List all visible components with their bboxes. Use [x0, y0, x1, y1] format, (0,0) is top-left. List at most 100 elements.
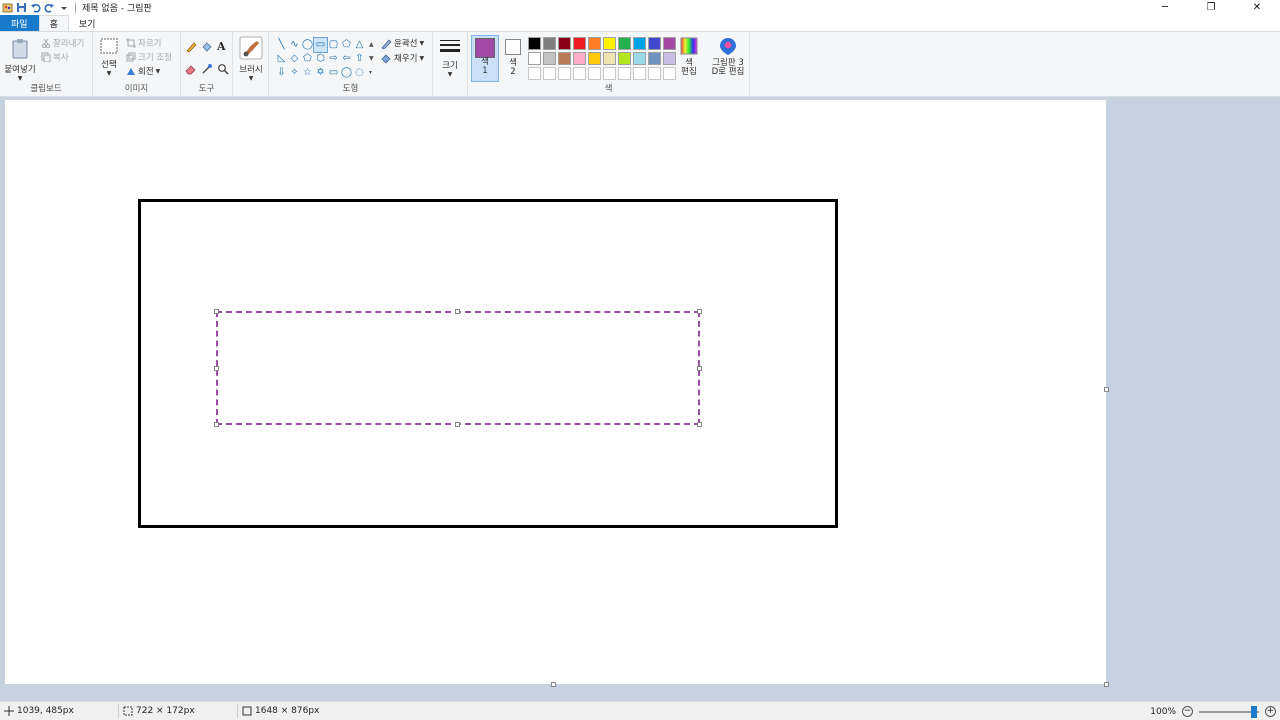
crop-button[interactable]: 자르기	[126, 37, 161, 49]
down-arrow-shape-icon[interactable]: ⇩	[275, 66, 288, 80]
palette-swatch[interactable]	[528, 37, 541, 50]
shapes-scroll-down-icon[interactable]: ▼	[369, 52, 376, 66]
pentagon-shape-icon[interactable]: ⬠	[301, 52, 314, 66]
customize-quick-access-icon[interactable]	[58, 2, 69, 13]
shapes-expand-icon[interactable]: ▾	[369, 66, 376, 80]
line-shape-icon[interactable]: ╲	[275, 38, 288, 52]
palette-swatch[interactable]	[648, 52, 661, 65]
palette-swatch[interactable]	[543, 52, 556, 65]
restore-button[interactable]: ❐	[1188, 0, 1234, 15]
outline-button[interactable]: 윤곽선 ▼	[381, 37, 424, 49]
undo-icon[interactable]	[30, 2, 41, 13]
color1-button[interactable]: 색 1	[471, 35, 499, 82]
palette-swatch[interactable]	[573, 37, 586, 50]
rect-callout-shape-icon[interactable]: ▭	[327, 66, 340, 80]
palette-swatch[interactable]	[633, 52, 646, 65]
oval-callout-shape-icon[interactable]: ◯	[340, 66, 353, 80]
palette-swatch[interactable]	[543, 37, 556, 50]
palette-swatch[interactable]	[588, 37, 601, 50]
zoom-slider-thumb[interactable]	[1251, 705, 1257, 718]
tab-home[interactable]: 홈	[38, 15, 69, 31]
brushes-button[interactable]: 브러시 ▼	[235, 36, 267, 82]
shape-handle-right[interactable]	[697, 366, 702, 371]
rotate-button[interactable]: 회전 ▼	[126, 65, 160, 77]
five-point-star-shape-icon[interactable]: ☆	[301, 66, 314, 80]
pencil-icon[interactable]	[185, 41, 197, 56]
drawing-canvas[interactable]	[5, 100, 1106, 684]
select-button[interactable]: 선택 ▼	[97, 37, 121, 77]
polygon-shape-icon[interactable]: ⬠	[340, 38, 353, 52]
palette-swatch[interactable]	[588, 67, 601, 80]
eraser-icon[interactable]	[185, 63, 197, 78]
fill-bucket-icon[interactable]	[201, 41, 213, 56]
palette-swatch[interactable]	[603, 67, 616, 80]
palette-swatch[interactable]	[603, 52, 616, 65]
shape-handle-bottom[interactable]	[455, 422, 460, 427]
left-arrow-shape-icon[interactable]: ⇦	[340, 52, 353, 66]
palette-swatch[interactable]	[618, 52, 631, 65]
fill-button[interactable]: 채우기 ▼	[381, 52, 424, 64]
paste-dropdown-icon[interactable]: ▼	[3, 75, 37, 82]
zoom-in-icon[interactable]: +	[1265, 706, 1276, 717]
triangle-shape-icon[interactable]: △	[353, 38, 366, 52]
four-point-star-shape-icon[interactable]: ✧	[288, 66, 301, 80]
close-button[interactable]: ✕	[1234, 0, 1280, 15]
canvas-resize-handle-right[interactable]	[1104, 387, 1109, 392]
color2-button[interactable]: 색 2	[502, 35, 524, 82]
palette-swatch[interactable]	[603, 37, 616, 50]
zoom-out-icon[interactable]: −	[1182, 706, 1193, 717]
size-dropdown-icon[interactable]: ▼	[437, 71, 463, 78]
magnifier-icon[interactable]	[217, 63, 229, 78]
palette-swatch[interactable]	[618, 67, 631, 80]
palette-swatch[interactable]	[663, 37, 676, 50]
shapes-scroll[interactable]: ▲ ▼ ▾	[369, 38, 376, 80]
shape-handle-bottom-left[interactable]	[214, 422, 219, 427]
rotate-dropdown-icon[interactable]: ▼	[156, 68, 161, 75]
palette-swatch[interactable]	[528, 52, 541, 65]
rectangle-shape-icon[interactable]: ▭	[313, 37, 328, 53]
canvas-resize-handle-bottom[interactable]	[551, 682, 556, 687]
palette-swatch[interactable]	[663, 67, 676, 80]
palette-swatch[interactable]	[528, 67, 541, 80]
cloud-callout-shape-icon[interactable]: ◌	[353, 66, 366, 80]
outline-dropdown-icon[interactable]: ▼	[419, 40, 424, 47]
size-button[interactable]: 크기 ▼	[437, 38, 463, 78]
redo-icon[interactable]	[44, 2, 55, 13]
rounded-rectangle-shape-icon[interactable]: ▢	[327, 38, 340, 52]
palette-swatch[interactable]	[663, 52, 676, 65]
tab-view[interactable]: 보기	[69, 15, 106, 31]
palette-swatch[interactable]	[648, 67, 661, 80]
shape-handle-top[interactable]	[455, 309, 460, 314]
hexagon-shape-icon[interactable]: ⬡	[314, 52, 327, 66]
minimize-button[interactable]: ─	[1142, 0, 1188, 15]
paste-button[interactable]: 붙여넣기 ▼	[3, 36, 37, 82]
palette-swatch[interactable]	[558, 37, 571, 50]
palette-swatch[interactable]	[558, 52, 571, 65]
palette-swatch[interactable]	[633, 67, 646, 80]
right-triangle-shape-icon[interactable]: ◺	[275, 52, 288, 66]
shape-handle-top-left[interactable]	[214, 309, 219, 314]
oval-shape-icon[interactable]: ◯	[301, 38, 314, 52]
edit-with-paint3d-button[interactable]: 그림판 3 D로 편집	[708, 36, 748, 77]
fill-dropdown-icon[interactable]: ▼	[419, 55, 424, 62]
shape-handle-left[interactable]	[214, 366, 219, 371]
palette-swatch[interactable]	[558, 67, 571, 80]
up-arrow-shape-icon[interactable]: ⇧	[353, 52, 366, 66]
diamond-shape-icon[interactable]: ◇	[288, 52, 301, 66]
brushes-dropdown-icon[interactable]: ▼	[235, 75, 267, 82]
palette-swatch[interactable]	[633, 37, 646, 50]
palette-swatch[interactable]	[543, 67, 556, 80]
edit-colors-button[interactable]: 색 편집	[677, 36, 701, 77]
shape-handle-bottom-right[interactable]	[697, 422, 702, 427]
palette-swatch[interactable]	[588, 52, 601, 65]
palette-swatch[interactable]	[648, 37, 661, 50]
palette-swatch[interactable]	[573, 52, 586, 65]
curve-shape-icon[interactable]: ∿	[288, 38, 301, 52]
text-tool-icon[interactable]: A	[217, 40, 226, 53]
palette-swatch[interactable]	[618, 37, 631, 50]
tab-file[interactable]: 파일	[0, 15, 39, 31]
canvas-resize-handle-corner[interactable]	[1104, 682, 1109, 687]
shapes-scroll-up-icon[interactable]: ▲	[369, 38, 376, 52]
shape-handle-top-right[interactable]	[697, 309, 702, 314]
right-arrow-shape-icon[interactable]: ⇨	[327, 52, 340, 66]
